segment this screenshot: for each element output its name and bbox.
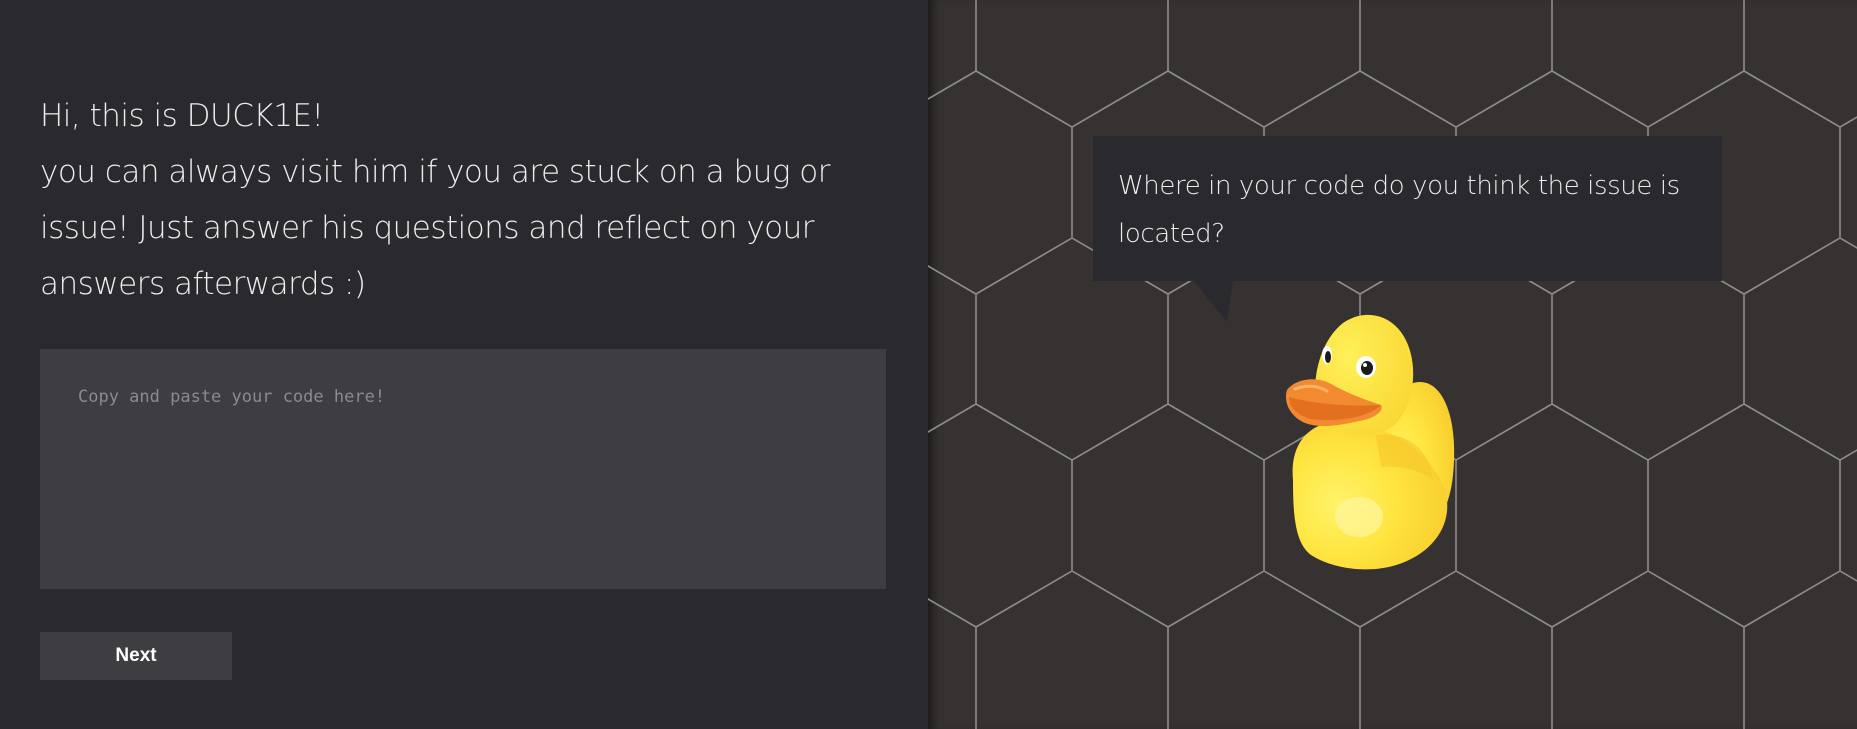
left-panel: Hi, this is DUCK1E! you can always visit… bbox=[0, 0, 928, 729]
rubber-duck-icon bbox=[1285, 314, 1455, 570]
greeting-text: Hi, this is DUCK1E! bbox=[40, 98, 324, 134]
description-text: you can always visit him if you are stuc… bbox=[40, 154, 831, 302]
code-input[interactable] bbox=[40, 349, 886, 589]
speech-bubble: Where in your code do you think the issu… bbox=[1093, 136, 1722, 281]
duck-panel: Where in your code do you think the issu… bbox=[928, 0, 1857, 729]
next-button[interactable]: Next bbox=[40, 632, 232, 680]
speech-bubble-tail bbox=[1193, 280, 1233, 322]
duck-question: Where in your code do you think the issu… bbox=[1118, 171, 1680, 249]
intro-text: Hi, this is DUCK1E! you can always visit… bbox=[40, 88, 860, 312]
